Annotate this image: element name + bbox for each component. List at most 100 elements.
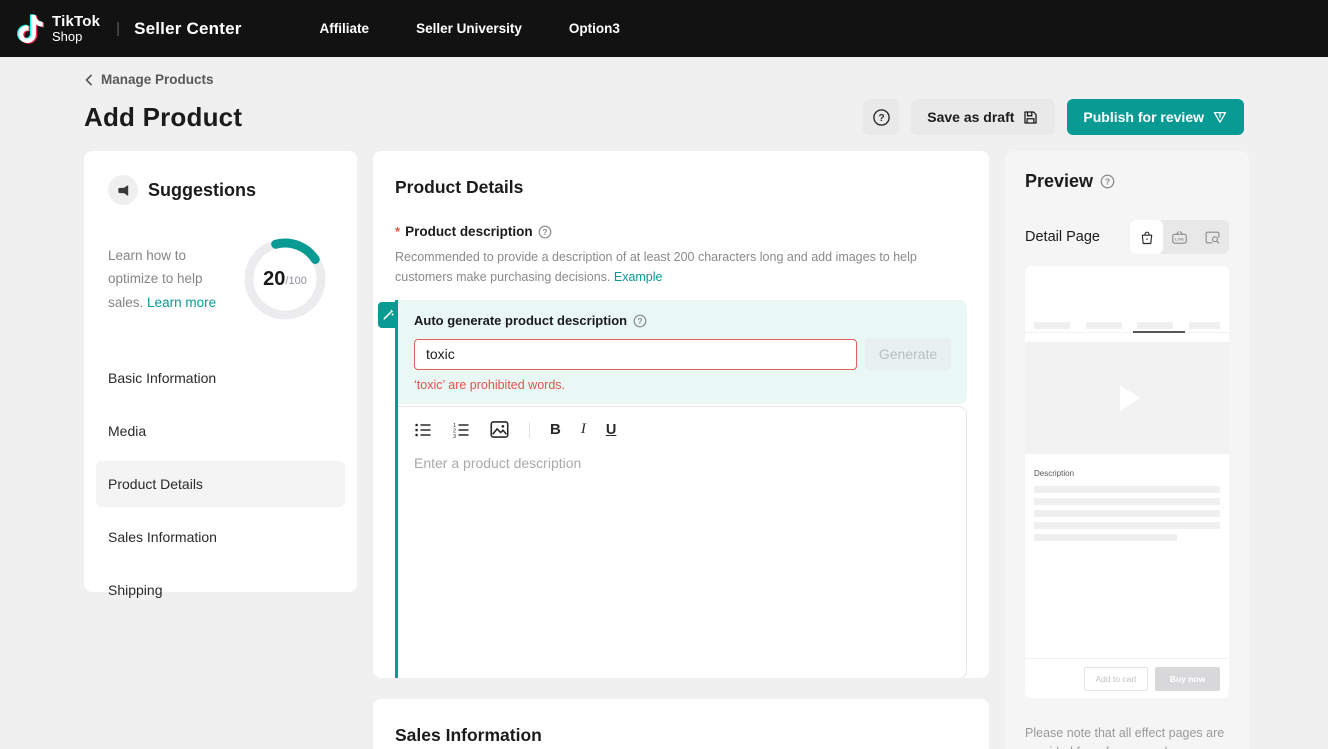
- page-header: Add Product ? Save as draft Publish for …: [84, 99, 1244, 135]
- preview-title: Preview: [1025, 171, 1093, 192]
- suggestions-body: Learn how to optimize to help sales. Lea…: [108, 237, 333, 321]
- mockup-tab-bar: [1189, 322, 1220, 329]
- add-product-page: TikTok Shop | Seller Center Affiliate Se…: [0, 0, 1328, 749]
- breadcrumb[interactable]: Manage Products: [84, 72, 214, 87]
- editor-toolbar: 123 B I U: [414, 420, 950, 439]
- detail-page-label: Detail Page: [1025, 229, 1100, 245]
- nav-divider: |: [116, 20, 120, 37]
- toolbar-separator: [529, 422, 530, 438]
- description-editor[interactable]: 123 B I U Enter a product descriptio: [398, 406, 967, 678]
- score-value: 20: [263, 268, 285, 291]
- detail-page-row: Detail Page LIVE: [1025, 220, 1229, 254]
- tiktok-shop-logo[interactable]: TikTok Shop: [16, 13, 100, 45]
- mockup-description-label: Description: [1034, 469, 1229, 478]
- mockup-add-to-cart-button: Add to cart: [1084, 667, 1148, 691]
- magic-wand-badge: [378, 302, 398, 328]
- nav-link-affiliate[interactable]: Affiliate: [320, 21, 370, 36]
- svg-text:?: ?: [1105, 177, 1110, 187]
- mockup-tab-bar: [1034, 322, 1070, 329]
- tab-product-detail[interactable]: [1130, 220, 1163, 254]
- prohibited-words-error: ‘toxic’ are prohibited words.: [414, 378, 951, 392]
- header-actions: ? Save as draft Publish for review: [863, 99, 1244, 135]
- auto-generate-input-row: Generate: [414, 338, 951, 370]
- page-title: Add Product: [84, 102, 242, 133]
- mockup-active-tab-underline: [1025, 329, 1229, 333]
- mockup-gap: [1025, 333, 1229, 342]
- help-button[interactable]: ?: [863, 99, 899, 135]
- sales-information-section: Sales Information: [373, 699, 989, 749]
- generate-button[interactable]: Generate: [865, 338, 951, 370]
- insert-image-icon[interactable]: [490, 420, 509, 439]
- description-help-icon[interactable]: ?: [538, 225, 552, 239]
- logo-wordmark: TikTok Shop: [52, 14, 100, 43]
- seller-center-label: Seller Center: [134, 19, 241, 39]
- top-navbar: TikTok Shop | Seller Center Affiliate Se…: [0, 0, 1328, 57]
- sidebar-item-product-details[interactable]: Product Details: [96, 461, 345, 507]
- mockup-text-placeholders: [1025, 478, 1229, 546]
- underline-icon[interactable]: U: [606, 422, 616, 438]
- score-total: /100: [285, 275, 306, 287]
- product-description-label-row: * Product description ?: [395, 224, 967, 239]
- detail-page-mockup: Description Add to cart Buy now: [1025, 266, 1229, 698]
- play-icon: [1120, 385, 1140, 411]
- save-as-draft-label: Save as draft: [927, 109, 1014, 125]
- live-tv-icon: LIVE: [1171, 229, 1188, 246]
- magic-wand-icon: [382, 309, 394, 321]
- preview-note: Please note that all effect pages are pr…: [1025, 724, 1225, 749]
- auto-generate-help-icon[interactable]: ?: [633, 314, 647, 328]
- mockup-top-spacer: [1025, 266, 1229, 322]
- optimization-score-ring: 20 /100: [243, 237, 327, 321]
- example-link[interactable]: Example: [614, 270, 663, 284]
- auto-generate-box: Auto generate product description ? Gene…: [398, 300, 967, 404]
- sidebar-item-basic-information[interactable]: Basic Information: [96, 355, 345, 401]
- sidebar-item-shipping[interactable]: Shipping: [96, 567, 345, 613]
- sidebar-item-sales-information[interactable]: Sales Information: [96, 514, 345, 560]
- product-description-label: Product description: [405, 224, 533, 239]
- mockup-spacer: [1025, 546, 1229, 658]
- form-column: Product Details * Product description ? …: [373, 151, 989, 749]
- bold-icon[interactable]: B: [550, 421, 561, 438]
- italic-icon[interactable]: I: [581, 421, 586, 438]
- tab-live[interactable]: LIVE: [1163, 220, 1196, 254]
- mockup-buy-now-button: Buy now: [1155, 667, 1220, 691]
- help-icon: ?: [872, 108, 891, 127]
- learn-more-link[interactable]: Learn more: [147, 295, 216, 310]
- preview-help-icon[interactable]: ?: [1100, 174, 1115, 189]
- browse-search-icon: [1204, 229, 1221, 246]
- ordered-list-icon[interactable]: 123: [452, 421, 470, 439]
- preview-panel: Preview ? Detail Page LIVE: [1005, 151, 1249, 749]
- description-widget: Auto generate product description ? Gene…: [395, 300, 967, 678]
- product-details-title: Product Details: [395, 177, 967, 198]
- suggestions-title: Suggestions: [148, 180, 256, 201]
- score-label: 20 /100: [243, 237, 327, 321]
- breadcrumb-label: Manage Products: [101, 72, 214, 87]
- auto-generate-label: Auto generate product description: [414, 313, 627, 328]
- nav-link-seller-university[interactable]: Seller University: [416, 21, 522, 36]
- preview-header: Preview ?: [1025, 171, 1229, 192]
- shopping-bag-icon: [1139, 229, 1155, 246]
- sales-information-title: Sales Information: [395, 725, 967, 746]
- publish-for-review-button[interactable]: Publish for review: [1067, 99, 1244, 135]
- mockup-tab-bar: [1086, 322, 1122, 329]
- main-area: Manage Products Add Product ? Save as dr…: [0, 57, 1328, 749]
- sidebar-item-media[interactable]: Media: [96, 408, 345, 454]
- suggestions-menu: Basic Information Media Product Details …: [108, 355, 333, 613]
- nav-links: Affiliate Seller University Option3: [320, 21, 620, 36]
- product-details-section: Product Details * Product description ? …: [373, 151, 989, 678]
- tab-browse-search[interactable]: [1196, 220, 1229, 254]
- svg-text:LIVE: LIVE: [1175, 236, 1184, 241]
- auto-generate-label-row: Auto generate product description ?: [414, 313, 951, 328]
- chevron-left-icon: [84, 74, 94, 86]
- mockup-video-placeholder: [1025, 342, 1229, 454]
- publish-for-review-label: Publish for review: [1083, 109, 1204, 125]
- megaphone-icon: [108, 175, 138, 205]
- mockup-tab-bar: [1137, 322, 1173, 329]
- svg-text:3: 3: [453, 434, 456, 439]
- svg-text:?: ?: [542, 227, 547, 236]
- nav-link-option3[interactable]: Option3: [569, 21, 620, 36]
- mockup-footer: Add to cart Buy now: [1025, 658, 1229, 698]
- bullet-list-icon[interactable]: [414, 421, 432, 439]
- save-as-draft-button[interactable]: Save as draft: [911, 99, 1055, 135]
- svg-text:?: ?: [878, 113, 884, 124]
- auto-generate-input[interactable]: [414, 339, 857, 370]
